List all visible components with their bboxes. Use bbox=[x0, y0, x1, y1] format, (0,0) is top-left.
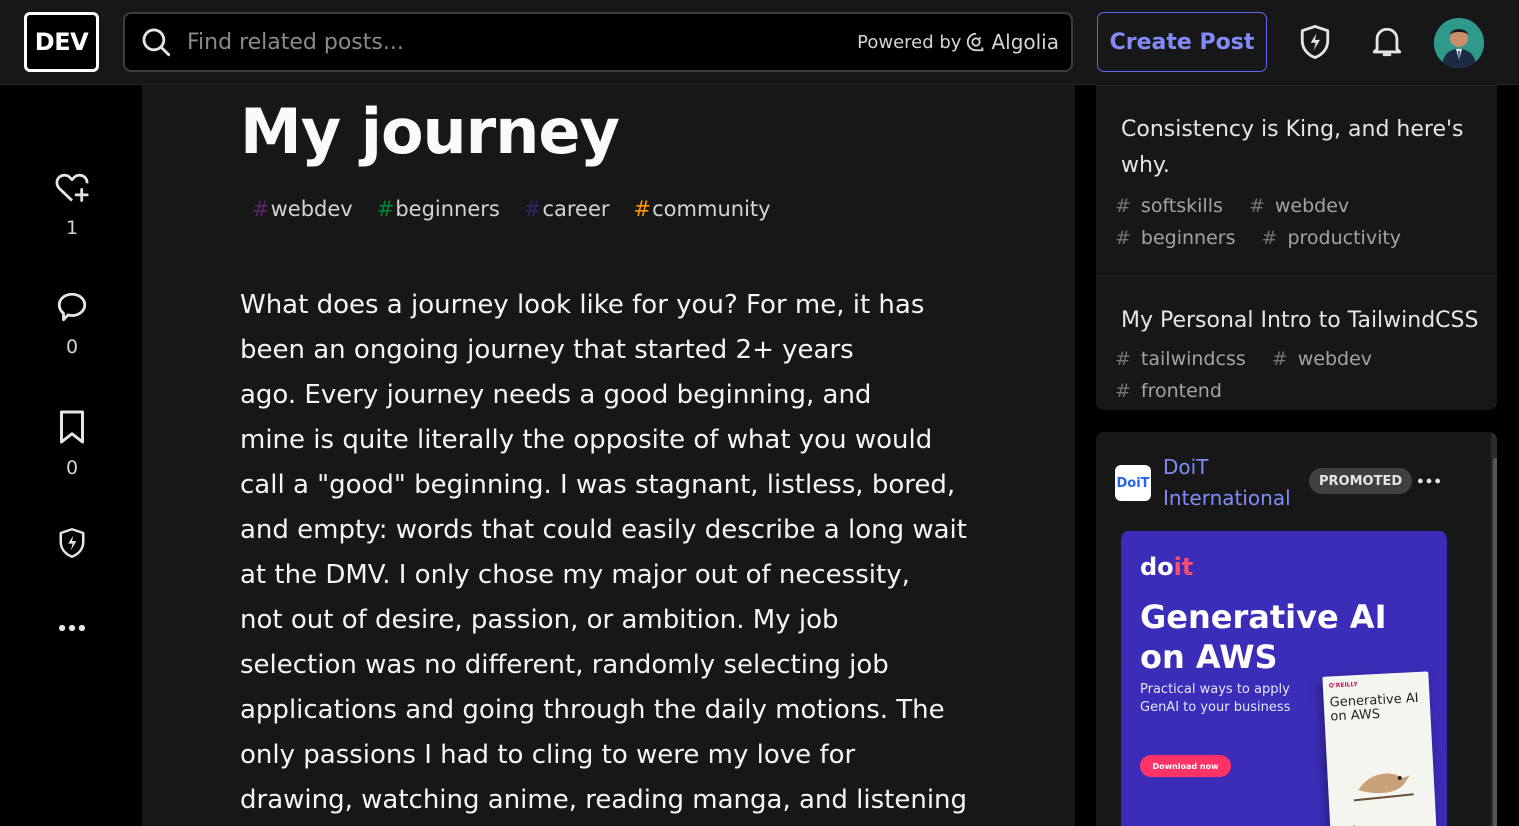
algolia-icon bbox=[967, 32, 984, 52]
shield-bolt-icon bbox=[1300, 24, 1330, 59]
sidebar-tag[interactable]: # productivity bbox=[1262, 227, 1412, 249]
promoted-ad: DoiT DoiT International PROMOTED doit Ge… bbox=[1096, 432, 1497, 826]
bell-icon bbox=[1372, 27, 1402, 57]
ad-options-button[interactable] bbox=[1414, 467, 1444, 495]
comments-count: 0 bbox=[65, 336, 79, 358]
sidebar-post-title[interactable]: Consistency is King, and here's why. bbox=[1121, 112, 1481, 184]
create-post-button[interactable]: Create Post bbox=[1097, 12, 1267, 72]
top-header: DEV Powered by Algolia Create Post bbox=[0, 0, 1519, 85]
algolia-label: Algolia bbox=[991, 30, 1059, 54]
article-actions-rail: 1 0 0 bbox=[0, 85, 142, 826]
article-paragraph: What does a journey look like for you? F… bbox=[240, 283, 985, 823]
text-line: drawing, watching anime, reading manga, … bbox=[240, 785, 968, 815]
reaction-button[interactable]: 1 bbox=[46, 171, 98, 239]
comments-button[interactable]: 0 bbox=[46, 290, 98, 358]
bookmark-icon bbox=[60, 410, 84, 444]
right-sidebar: Consistency is King, and here's why. # so… bbox=[1075, 75, 1519, 826]
tag-label: community bbox=[652, 197, 771, 221]
bookmarks-count: 0 bbox=[65, 457, 79, 479]
book-publisher: O'REILLY bbox=[1328, 681, 1358, 690]
more-options-button[interactable] bbox=[46, 613, 98, 643]
tag-beginners[interactable]: #beginners bbox=[377, 197, 500, 221]
text-line: at the DMV. I only chose my major out of… bbox=[240, 560, 910, 590]
tag-hash: # bbox=[376, 197, 395, 221]
reaction-count: 1 bbox=[65, 217, 79, 239]
tag-hash: # bbox=[252, 197, 270, 221]
ad-scrollbar[interactable] bbox=[1491, 432, 1497, 826]
search-bar[interactable]: Powered by Algolia bbox=[123, 12, 1073, 72]
sidebar-tag[interactable]: # softskills bbox=[1115, 195, 1233, 217]
heart-plus-icon bbox=[55, 173, 89, 202]
tag-label: webdev bbox=[270, 197, 353, 221]
scroll-up-arrow-icon[interactable] bbox=[1491, 432, 1497, 456]
scrollbar-thumb[interactable] bbox=[1493, 458, 1497, 826]
search-icon bbox=[142, 28, 171, 57]
tag-community[interactable]: #community bbox=[634, 197, 771, 221]
tag-career[interactable]: #career bbox=[524, 197, 610, 221]
tag-hash: # bbox=[633, 197, 652, 221]
text-line: not out of desire, passion, or ambition.… bbox=[240, 605, 839, 635]
divider bbox=[1096, 85, 1497, 86]
ad-download-button[interactable]: Download now bbox=[1140, 755, 1231, 777]
moderation-shield-button[interactable] bbox=[1295, 20, 1335, 64]
sidebar-tag[interactable]: # beginners bbox=[1115, 227, 1246, 249]
article-tags: #webdev #beginners #career #community bbox=[252, 197, 771, 221]
dev-logo[interactable]: DEV bbox=[24, 12, 99, 72]
ellipsis-icon bbox=[58, 624, 86, 632]
notifications-button[interactable] bbox=[1367, 20, 1407, 64]
article-title: My journey bbox=[240, 95, 620, 168]
algolia-attribution[interactable]: Powered by Algolia bbox=[857, 30, 1059, 54]
tag-hash: # bbox=[523, 197, 542, 221]
divider bbox=[1096, 276, 1497, 277]
shield-bolt-icon bbox=[59, 528, 85, 558]
ad-banner-image[interactable]: doit Generative AI on AWS Practical ways… bbox=[1121, 531, 1447, 826]
book-title: Generative AI on AWS bbox=[1329, 690, 1419, 725]
ad-headline: Generative AI on AWS bbox=[1140, 598, 1387, 676]
sidebar-post-tags: # tailwindcss # webdev # frontend bbox=[1115, 343, 1485, 407]
sidebar-tag[interactable]: # frontend bbox=[1115, 380, 1232, 402]
tag-label: beginners bbox=[395, 197, 500, 221]
sidebar-post-title[interactable]: My Personal Intro to TailwindCSS bbox=[1121, 303, 1481, 339]
sidebar-tag[interactable]: # webdev bbox=[1249, 195, 1359, 217]
sidebar-post-tags: # softskills # webdev # beginners # producti… bbox=[1115, 190, 1485, 254]
promoted-badge: PROMOTED bbox=[1309, 468, 1413, 494]
user-avatar[interactable] bbox=[1434, 18, 1484, 68]
comment-icon bbox=[57, 292, 87, 322]
tag-webdev[interactable]: #webdev bbox=[252, 197, 353, 221]
book-cover-image: O'REILLY Generative AI on AWS doit bbox=[1322, 671, 1438, 826]
more-posts-card: Consistency is King, and here's why. # so… bbox=[1096, 75, 1497, 410]
text-line: What does a journey look like for you? F… bbox=[240, 290, 925, 320]
text-line: ago. Every journey needs a good beginnin… bbox=[240, 380, 872, 410]
text-line: mine is quite literally the opposite of … bbox=[240, 425, 933, 455]
text-line: been an ongoing journey that started 2+ … bbox=[240, 335, 854, 365]
ad-subtext: Practical ways to apply GenAI to your bu… bbox=[1140, 682, 1291, 715]
powered-by-label: Powered by bbox=[857, 31, 962, 53]
ad-brand-logo: doit bbox=[1140, 553, 1194, 581]
text-line: selection was no different, randomly sel… bbox=[240, 650, 889, 680]
article-body: My journey #webdev #beginners #career #c… bbox=[142, 85, 1075, 826]
tag-label: career bbox=[542, 197, 610, 221]
sidebar-tag[interactable]: # webdev bbox=[1272, 348, 1382, 370]
text-line: and empty: words that could easily descr… bbox=[240, 515, 967, 545]
sidebar-tag[interactable]: # tailwindcss bbox=[1115, 348, 1256, 370]
bookmark-button[interactable]: 0 bbox=[46, 409, 98, 479]
avatar-image bbox=[1434, 18, 1484, 68]
text-line: applications and going through the daily… bbox=[240, 695, 945, 725]
moderate-button[interactable] bbox=[46, 525, 98, 561]
bird-illustration bbox=[1353, 773, 1414, 802]
ellipsis-icon bbox=[1417, 478, 1441, 484]
text-line: only passions I had to cling to were my … bbox=[240, 740, 856, 770]
search-input[interactable] bbox=[173, 14, 858, 70]
advertiser-name[interactable]: DoiT International bbox=[1163, 452, 1313, 514]
advertiser-logo[interactable]: DoiT bbox=[1115, 465, 1151, 501]
text-line: call a "good" beginning. I was stagnant,… bbox=[240, 470, 956, 500]
